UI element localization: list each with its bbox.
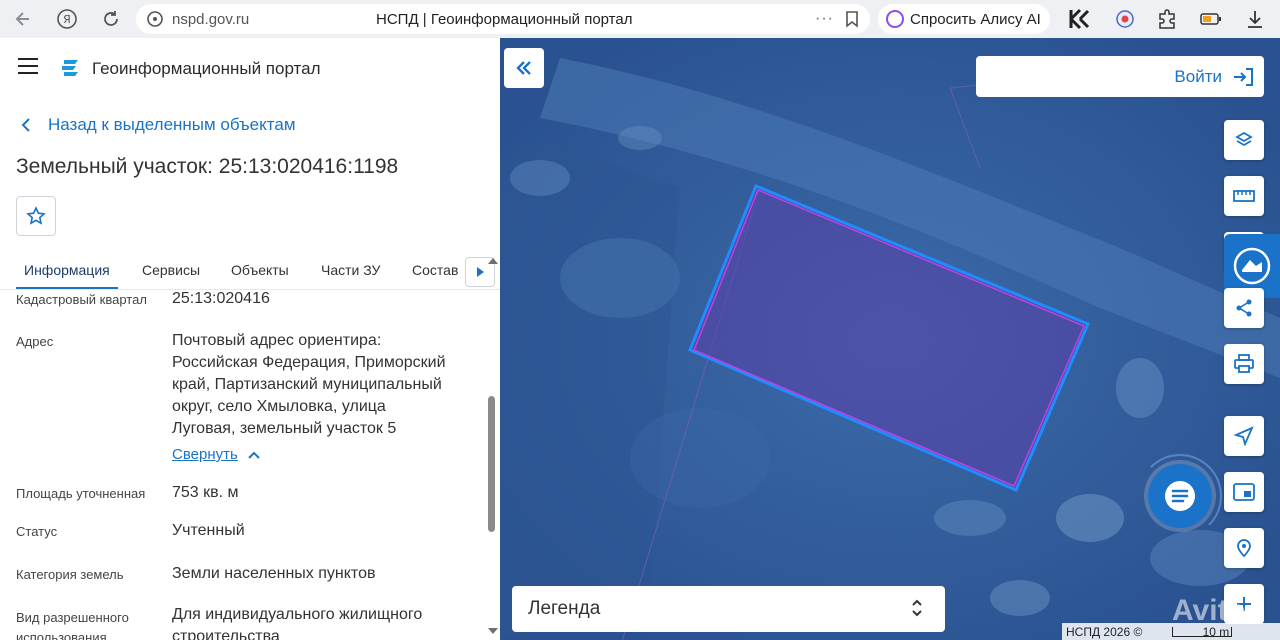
share-icon [1236, 299, 1252, 317]
land-category-label: Категория земель [16, 567, 124, 582]
chat-button[interactable] [1148, 464, 1212, 528]
permitted-use-label: Вид разрешенного использования [16, 608, 129, 640]
caret-right-icon [477, 267, 484, 277]
measure-button[interactable] [1224, 176, 1264, 216]
map-mode-icon [1233, 247, 1271, 285]
ask-alice-label: Спросить Алису AI [910, 10, 1041, 28]
printer-icon [1234, 354, 1254, 373]
scroll-down-arrow[interactable] [488, 628, 498, 634]
permitted-use-value: Для индивидуального жилищного строительс… [172, 604, 472, 640]
yandex-icon[interactable]: Я [52, 4, 82, 34]
tab-objects[interactable]: Объекты [231, 262, 289, 278]
address-line: Почтовый адрес ориентира: [172, 332, 382, 349]
cadastral-quarter-label: Кадастровый квартал [16, 292, 147, 307]
search-location-button[interactable] [1224, 528, 1264, 568]
legend-dropdown[interactable]: Легенда [512, 586, 945, 632]
extensions-puzzle-icon[interactable] [1156, 8, 1178, 30]
satellite-imagery [500, 38, 1280, 640]
land-category-value: Земли населенных пунктов [172, 565, 376, 582]
app-header: Геоинформационный портал [0, 38, 500, 98]
layers-button[interactable] [1224, 120, 1264, 160]
address-line: округ, село Хмыловка, улица [172, 398, 386, 415]
collapse-sidebar-button[interactable] [504, 48, 544, 88]
alice-icon [886, 10, 904, 28]
tab-parcel-parts[interactable]: Части ЗУ [321, 262, 380, 278]
scale-bar: 10 m [1172, 626, 1233, 638]
print-button[interactable] [1224, 344, 1264, 384]
back-arrow-icon[interactable] [8, 4, 38, 34]
scrollbar-thumb[interactable] [488, 396, 495, 532]
browser-toolbar: Я nspd.gov.ru НСПД | Геоинформационный п… [0, 0, 1280, 38]
chevron-left-icon [21, 118, 30, 132]
permitted-use-value-line: Для индивидуального жилищного [172, 606, 423, 623]
locate-button[interactable] [1224, 416, 1264, 456]
extension-k-icon[interactable] [1068, 8, 1090, 30]
permitted-use-value-line: строительства [172, 628, 280, 640]
sort-updown-icon [912, 599, 922, 617]
address-line: Российская Федерация, Приморский [172, 354, 446, 371]
status-label: Статус [16, 524, 58, 539]
url-text: nspd.gov.ru [172, 10, 250, 28]
page-title: Земельный участок: 25:13:020416:1198 [16, 155, 399, 178]
tab-bar: Информация Сервисы Объекты Части ЗУ Сост… [16, 256, 500, 290]
extension-shield-icon[interactable] [1114, 8, 1136, 30]
more-icon[interactable]: ··· [815, 10, 834, 28]
permitted-use-label-line: Вид разрешенного [16, 610, 129, 625]
area-label: Площадь уточненная [16, 486, 146, 501]
minimap-button[interactable] [1224, 472, 1264, 512]
nspd-logo-icon [62, 60, 78, 76]
app-title: Геоинформационный портал [92, 59, 321, 78]
tab-composition[interactable]: Состав [412, 262, 458, 278]
address-label: Адрес [16, 334, 54, 349]
battery-icon [1200, 8, 1222, 30]
tab-services[interactable]: Сервисы [142, 262, 200, 278]
chat-icon [1165, 481, 1195, 511]
double-chevron-left-icon [516, 61, 531, 75]
collapse-link[interactable]: Свернуть [172, 446, 260, 463]
location-search-icon [1237, 539, 1251, 558]
bookmark-icon[interactable] [844, 10, 860, 28]
navigation-arrow-icon [1234, 426, 1254, 446]
area-value: 753 кв. м [172, 484, 239, 501]
star-icon [26, 206, 46, 225]
scroll-up-arrow[interactable] [488, 258, 498, 264]
ruler-icon [1233, 190, 1255, 202]
permitted-use-label-line: использования [16, 630, 107, 640]
info-list: Кадастровый квартал 25:13:020416 Адрес П… [0, 290, 484, 640]
share-button[interactable] [1224, 288, 1264, 328]
layers-icon [1235, 131, 1253, 147]
map-view[interactable]: Войти Avito Легенда НСПД 2026 © 10 m [500, 38, 1280, 640]
ask-alice-button[interactable]: Спросить Алису AI [878, 4, 1050, 34]
info-panel: Геоинформационный портал Назад к выделен… [0, 38, 500, 640]
status-value: Учтенный [172, 522, 245, 539]
picture-in-picture-icon [1233, 483, 1255, 501]
back-to-selected-link[interactable]: Назад к выделенным объектам [18, 115, 296, 135]
login-label: Войти [1174, 66, 1222, 86]
login-icon [1234, 67, 1253, 86]
site-info-icon[interactable] [146, 10, 164, 28]
address-line: Луговая, земельный участок 5 [172, 420, 397, 437]
favorite-button[interactable] [16, 196, 56, 236]
legend-label: Легенда [528, 598, 601, 619]
copyright-text: НСПД 2026 © [1066, 624, 1143, 639]
chevron-up-icon [248, 451, 260, 459]
map-attribution: НСПД 2026 © 10 m [1062, 623, 1280, 640]
tab-title: НСПД | Геоинформационный портал [376, 10, 633, 28]
tab-information[interactable]: Информация [24, 262, 110, 278]
collapse-label: Свернуть [172, 446, 238, 463]
reload-icon[interactable] [96, 4, 126, 34]
login-button[interactable]: Войти [976, 56, 1264, 97]
address-line: край, Партизанский муниципальный [172, 376, 442, 393]
menu-icon[interactable] [18, 58, 38, 74]
back-label: Назад к выделенным объектам [48, 115, 296, 134]
cadastral-quarter-value: 25:13:020416 [172, 290, 270, 307]
address-bar[interactable]: nspd.gov.ru НСПД | Геоинформационный пор… [136, 4, 870, 34]
svg-text:Я: Я [63, 13, 71, 26]
address-value: Почтовый адрес ориентира: Российская Фед… [172, 330, 472, 440]
download-icon[interactable] [1244, 8, 1266, 30]
